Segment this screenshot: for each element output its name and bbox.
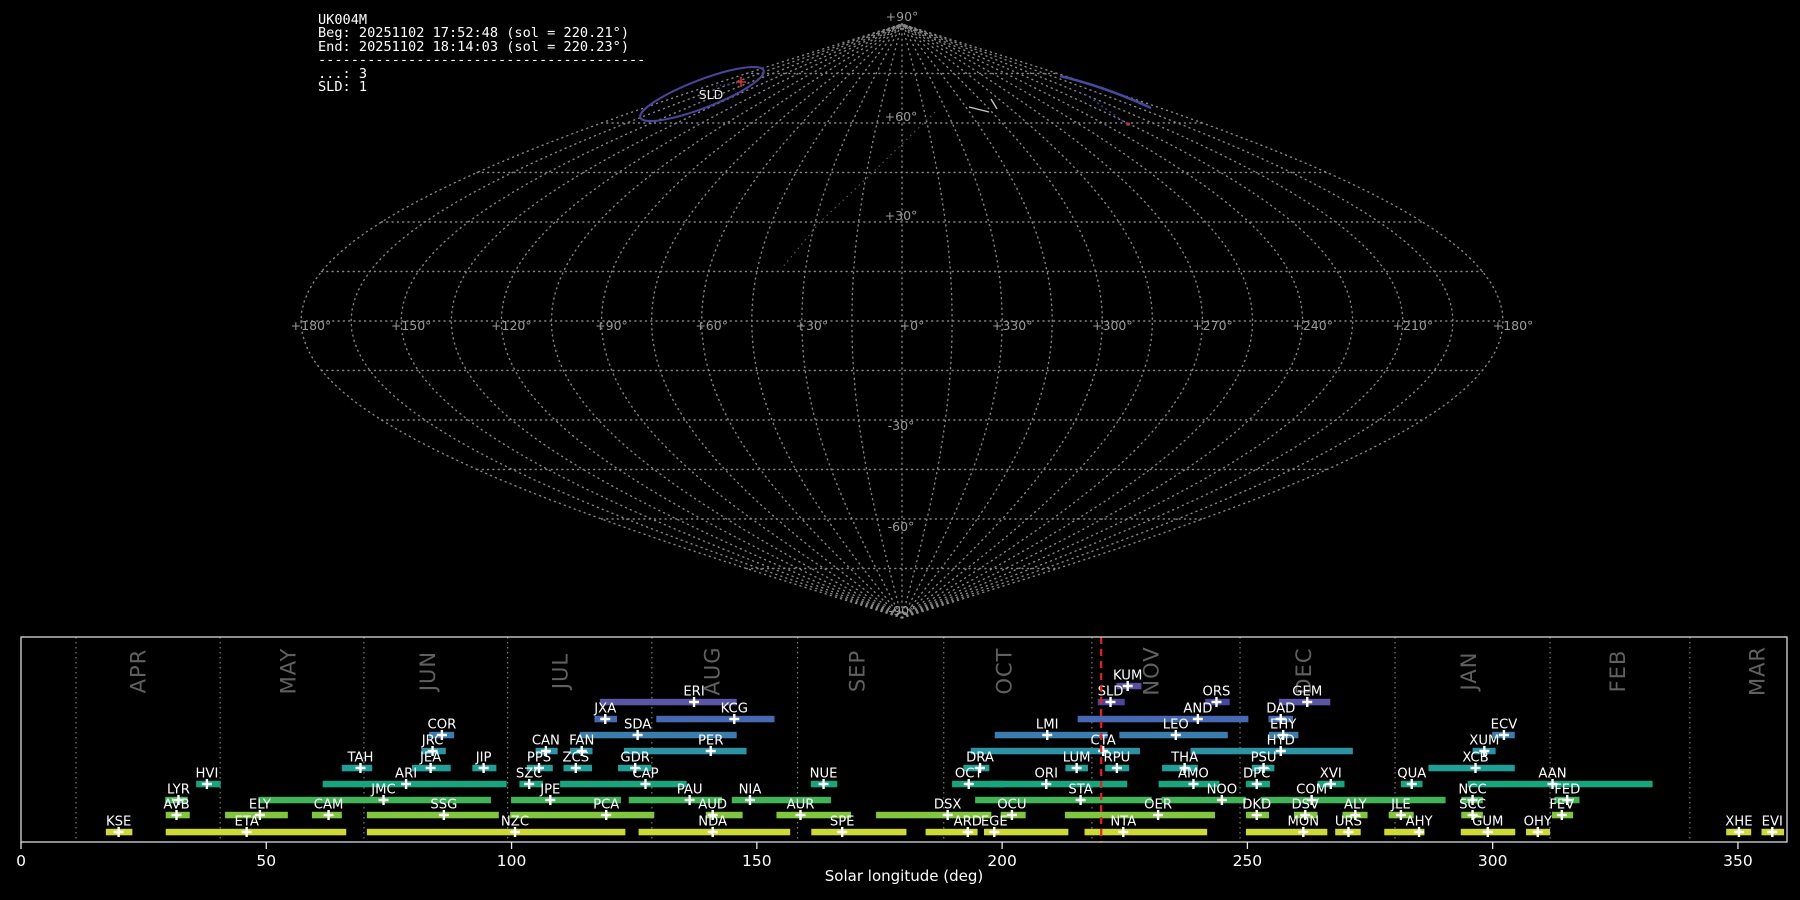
month-label-JUL: JUL [549,653,573,691]
shower-bar-ARI [322,780,507,788]
sporadic-meteor-trail-1 [968,106,990,113]
shower-bar-NTA [1084,828,1208,836]
sky-lon-label-+210°: +210° [1393,318,1434,333]
sky-lon-label-+180°: +180° [1493,318,1534,333]
month-label-JUN: JUN [416,651,440,693]
x-tick-label-100: 100 [497,852,527,870]
sky-lat-label-+30°: +30° [885,208,918,223]
shower-bar-SSG [366,811,499,819]
x-axis-title: Solar longitude (deg) [825,867,983,885]
sky-lon-label-+300°: +300° [1092,318,1133,333]
shower-bar-NOO [1161,796,1246,804]
month-label-APR: APR [127,649,151,694]
radiant-and-timeline-plot: +180° +150° +120° +90° +60° +30° +0° +330° +300°… [16,9,1788,885]
shower-bar-PCA [510,811,655,819]
sky-lon-label-+90°: +90° [595,318,628,333]
sky-lon-label-+60°: +60° [695,318,728,333]
month-label-SEP: SEP [845,650,869,692]
sky-lon-label-+0°: +0° [900,318,925,333]
sld-radiant-cross-marker [736,77,746,87]
sky-map: +180° +150° +120° +90° +60° +30° +0° +330° +300°… [291,9,1534,619]
sky-lon-label-+120°: +120° [491,318,532,333]
month-label-MAY: MAY [276,648,300,695]
sky-lat-label-+90°: +90° [886,9,919,24]
sld-dotted-link [715,82,738,87]
sky-lon-label-+330°: +330° [992,318,1033,333]
observation-info-block: UK004M Beg: 20251102 17:52:48 (sol = 220… [318,13,645,96]
x-tick-label-250: 250 [1233,852,1263,870]
sky-lon-label-+30°: +30° [796,318,829,333]
shower-bar-KCG [656,715,775,723]
x-tick-label-350: 350 [1723,852,1753,870]
sky-lat-label-+60°: +60° [885,109,918,124]
shower-bar-OER [1064,811,1216,819]
month-label-OCT: OCT [993,647,1017,694]
shower-bar-NZC [366,828,626,836]
faint-dotted-track [781,111,936,269]
meteor-dotted-track [1084,93,1128,125]
shower-bar-SPE [811,828,907,836]
meteor-end-point [1126,122,1130,126]
sky-lon-label-+150°: +150° [391,318,432,333]
month-label-JAN: JAN [1457,652,1481,693]
shower-bar-CAP [560,780,687,788]
shower-bar-MON [1245,828,1328,836]
x-tick-label-150: 150 [742,852,772,870]
month-label-MAR: MAR [1746,646,1770,696]
sky-lon-label-+240°: +240° [1292,318,1333,333]
activity-timeline: APR MAY JUN JUL AUG SEP OCT NOV DEC JAN FEB MARKUME… [16,636,1788,885]
screenshot-root: +180° +150° +120° +90° +60° +30° +0° +330° +300°… [0,0,1800,900]
x-tick-label-200: 200 [987,852,1017,870]
x-tick-label-0: 0 [16,852,26,870]
sporadic-meteor-trail-2 [990,98,998,110]
sky-lon-label-+180°: +180° [291,318,332,333]
shower-bar-ORI [990,780,1128,788]
sky-lat-label--60°: -60° [888,519,915,534]
sky-lon-label-+270°: +270° [1192,318,1233,333]
sld-map-label: SLD [699,87,724,102]
shower-bar-ETA [165,828,347,836]
sky-lat-label--30°: -30° [888,418,915,433]
shower-detection-count: SLD: 1 [318,79,368,96]
sky-lat-label--90°: -90° [889,603,916,618]
x-tick-label-50: 50 [256,852,276,870]
shower-bar-ERI [599,698,737,706]
x-tick-label-300: 300 [1478,852,1508,870]
month-label-NOV: NOV [1140,646,1164,695]
month-label-FEB: FEB [1606,650,1630,693]
